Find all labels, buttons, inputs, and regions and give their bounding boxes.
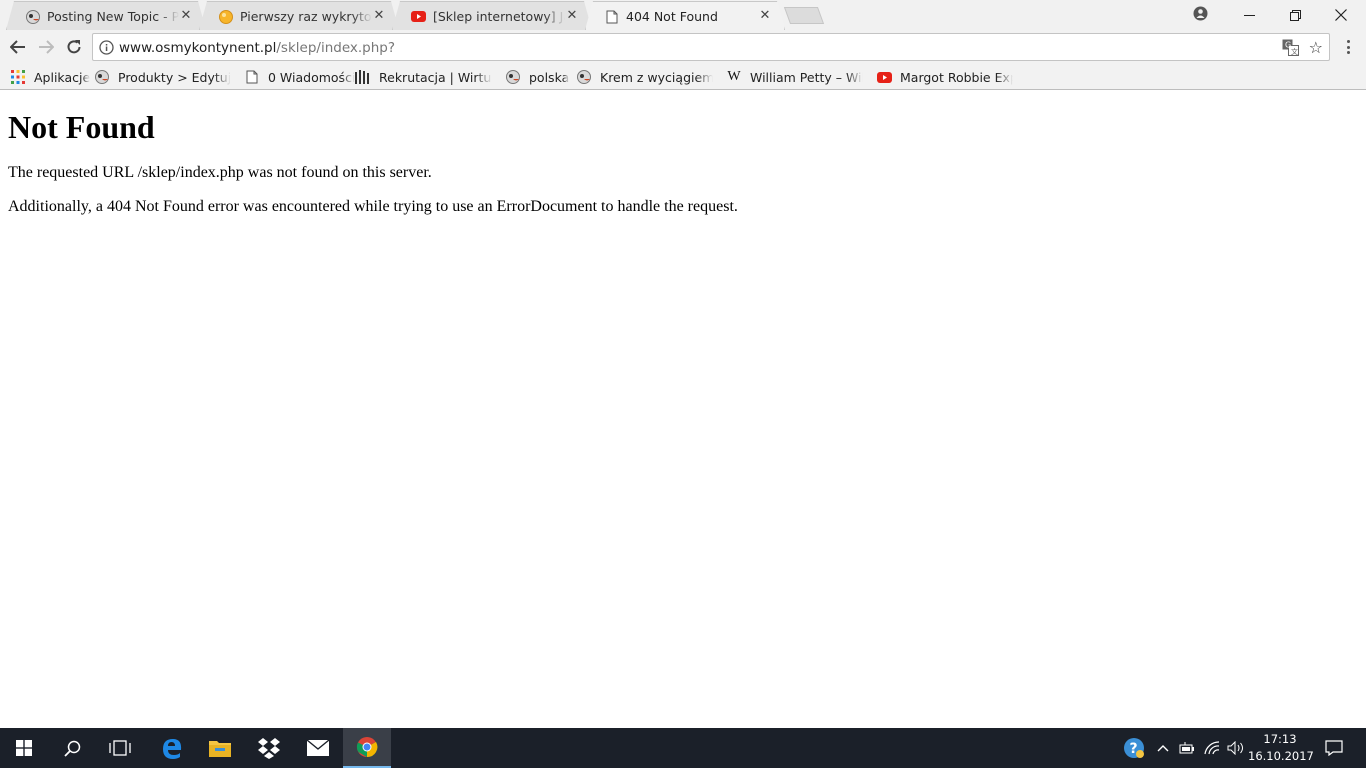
- bookmark-label: 0 Wiadomości: [268, 69, 356, 85]
- taskbar: ? 17:13 16.10.2017: [0, 728, 1366, 768]
- edge-browser-icon[interactable]: [148, 728, 196, 768]
- search-button[interactable]: [48, 728, 96, 768]
- page-heading: Not Found: [8, 109, 155, 145]
- bookmark-rekrutacja[interactable]: Rekrutacja | Wirtualna Polska: [355, 68, 492, 86]
- wifi-icon[interactable]: [1201, 728, 1223, 768]
- page-icon: [604, 9, 619, 24]
- bookmark-produkty[interactable]: Produkty > Edytuj: Sklep: [94, 68, 231, 86]
- clock-date: 16.10.2017: [1248, 749, 1314, 763]
- forward-button[interactable]: [35, 36, 57, 58]
- apps-grid-icon: [10, 69, 26, 85]
- svg-text:文: 文: [1291, 47, 1298, 56]
- info-icon[interactable]: [99, 40, 114, 55]
- restore-button[interactable]: [1272, 0, 1318, 30]
- minimize-button[interactable]: [1226, 0, 1272, 30]
- bookmark-label: William Petty – Wikipedia: [750, 69, 863, 85]
- close-icon[interactable]: ✕: [565, 8, 579, 23]
- browser-menu-button[interactable]: [1340, 37, 1356, 57]
- volume-icon[interactable]: [1225, 728, 1247, 768]
- tab-strip: Posting New Topic - PrestaShop ✕ Pierwsz…: [0, 0, 1366, 30]
- page-icon: [244, 69, 260, 85]
- bookmark-wiadomosci[interactable]: 0 Wiadomości: [244, 68, 355, 86]
- prestashop-icon: [25, 9, 40, 24]
- chevron-up-icon[interactable]: [1153, 728, 1173, 768]
- page-content: Not Found The requested URL /sklep/index…: [0, 91, 1366, 728]
- back-button[interactable]: [7, 36, 29, 58]
- prestashop-icon: [576, 69, 592, 85]
- clock-time: 17:13: [1263, 732, 1297, 746]
- bookmark-margot-robbie[interactable]: Margot Robbie Explores: [876, 68, 1013, 86]
- mail-icon[interactable]: [294, 728, 342, 768]
- close-window-button[interactable]: [1318, 0, 1364, 30]
- url-text[interactable]: www.osmykontynent.pl/sklep/index.php?: [119, 40, 395, 56]
- prestashop-icon: [505, 69, 521, 85]
- error-additional: Additionally, a 404 Not Found error was …: [8, 198, 738, 215]
- close-icon[interactable]: ✕: [179, 8, 193, 23]
- close-icon[interactable]: ✕: [758, 8, 772, 23]
- translate-icon[interactable]: G文: [1282, 39, 1299, 56]
- bookmark-label: Rekrutacja | Wirtualna Polska: [379, 69, 492, 85]
- people-icon: [355, 69, 371, 85]
- battery-icon[interactable]: [1177, 728, 1197, 768]
- bookmarks-bar: Aplikacje Produkty > Edytuj: Sklep 0 Wia…: [0, 64, 1366, 90]
- menu-dot: [1346, 51, 1350, 54]
- new-tab-button[interactable]: [783, 7, 825, 24]
- tab-pierwszy-raz[interactable]: Pierwszy raz wykryto fale grawitacyjne ✕: [199, 1, 399, 30]
- bookmark-label: Krem z wyciągiem z pomarańczy: [600, 69, 713, 85]
- menu-dot: [1346, 40, 1350, 43]
- task-view-button[interactable]: [96, 728, 144, 768]
- address-bar[interactable]: www.osmykontynent.pl/sklep/index.php? G文…: [92, 33, 1330, 61]
- tab-title: Posting New Topic - PrestaShop: [47, 9, 179, 24]
- reload-button[interactable]: [63, 36, 85, 58]
- bookmark-label: Aplikacje: [34, 69, 91, 85]
- bookmark-star-icon[interactable]: ☆: [1309, 38, 1323, 57]
- start-button[interactable]: [0, 728, 48, 768]
- bookmark-label: Margot Robbie Explores: [900, 69, 1013, 85]
- browser-toolbar: www.osmykontynent.pl/sklep/index.php? G文…: [0, 30, 1366, 64]
- bookmark-label: Produkty > Edytuj: Sklep: [118, 69, 231, 85]
- bookmark-aplikacje[interactable]: Aplikacje: [10, 68, 90, 86]
- tab-sklep-internetowy[interactable]: [Sklep internetowy] Jak uruchomić ✕: [392, 1, 592, 30]
- url-domain: www.osmykontynent.pl: [119, 40, 277, 56]
- wikipedia-icon: W: [727, 69, 741, 84]
- bookmark-krem[interactable]: Krem z wyciągiem z pomarańczy: [576, 68, 713, 86]
- notifications-icon[interactable]: [1320, 728, 1348, 768]
- youtube-icon: [411, 9, 426, 24]
- chrome-taskbar-icon[interactable]: [343, 728, 391, 768]
- bookmark-william-petty[interactable]: W William Petty – Wikipedia: [726, 68, 863, 86]
- bookmark-polska[interactable]: polska: [505, 68, 569, 86]
- url-path: /sklep/index.php?: [276, 40, 396, 56]
- tab-posting-new-topic[interactable]: Posting New Topic - PrestaShop ✕: [6, 1, 206, 30]
- tab-title: [Sklep internetowy] Jak uruchomić: [433, 9, 564, 24]
- help-icon[interactable]: ?: [1121, 728, 1147, 768]
- tab-title: Pierwszy raz wykryto fale grawitacyjne: [240, 9, 372, 24]
- tab-404-not-found[interactable]: 404 Not Found ✕: [585, 1, 785, 30]
- yellow-circle-icon: [218, 9, 233, 24]
- menu-dot: [1346, 45, 1350, 49]
- error-message: The requested URL /sklep/index.php was n…: [8, 164, 432, 181]
- taskbar-clock[interactable]: 17:13 16.10.2017: [1248, 731, 1314, 765]
- youtube-icon: [876, 69, 892, 85]
- dropbox-icon[interactable]: [245, 728, 293, 768]
- close-icon[interactable]: ✕: [372, 8, 386, 23]
- bookmark-label: polska: [529, 69, 570, 85]
- tab-title: 404 Not Found: [626, 9, 718, 24]
- file-explorer-icon[interactable]: [196, 728, 244, 768]
- prestashop-icon: [94, 69, 110, 85]
- profile-icon[interactable]: [1193, 6, 1208, 21]
